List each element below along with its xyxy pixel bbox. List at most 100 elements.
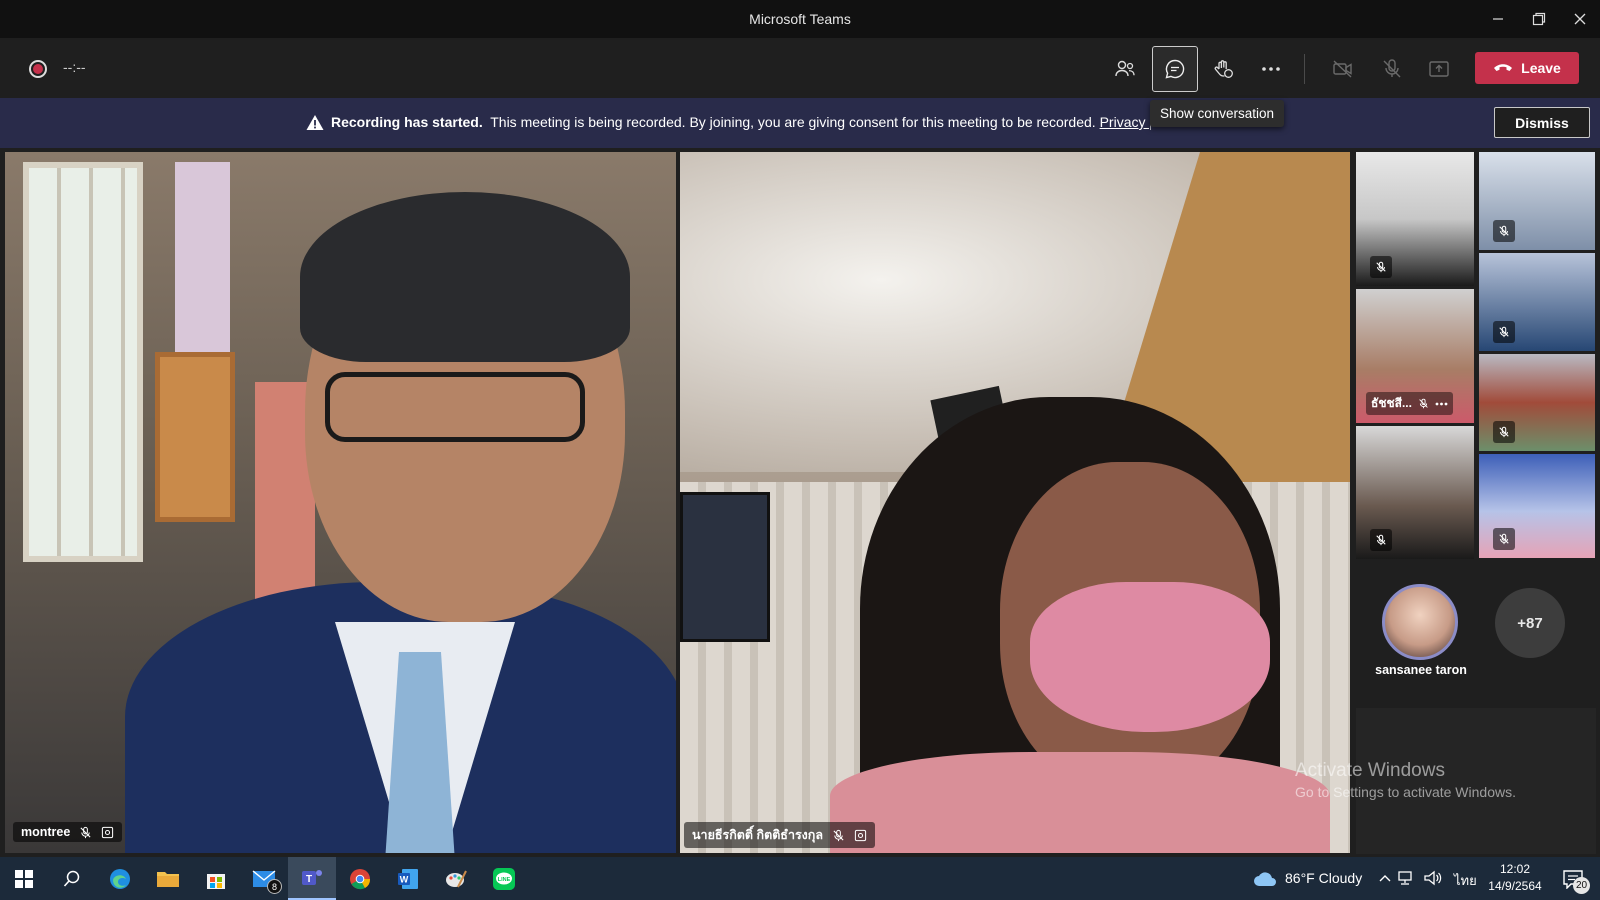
banner-body: This meeting is being recorded. By joini…: [490, 114, 1096, 130]
word-icon: W: [398, 868, 418, 889]
cloud-icon: [1254, 872, 1276, 886]
participants-button[interactable]: [1102, 46, 1148, 92]
banner-title: Recording has started.: [331, 114, 483, 130]
start-button[interactable]: [0, 857, 48, 900]
clock-date: 14/9/2564: [1488, 879, 1542, 893]
network-icon[interactable]: [1398, 871, 1416, 886]
dismiss-button[interactable]: Dismiss: [1494, 107, 1590, 138]
mic-muted-icon: [1370, 256, 1392, 278]
meeting-toolbar: --:-- Leave: [0, 38, 1600, 98]
store-app[interactable]: [192, 857, 240, 900]
close-icon[interactable]: [1560, 0, 1600, 38]
edge-app[interactable]: [96, 857, 144, 900]
meeting-stage: montree นายธีรกิตติ์ กิตติธำรงกุล ธัชชสี…: [0, 148, 1600, 857]
participant-avatar[interactable]: [1382, 584, 1458, 660]
participant-glasses: [325, 372, 585, 442]
thumbnail-name: ธัชชสี...: [1371, 396, 1412, 410]
reactions-button[interactable]: [1200, 46, 1246, 92]
participant-thumbnail[interactable]: [1479, 152, 1595, 250]
watermark-title: Activate Windows: [1295, 760, 1445, 781]
more-participants-button[interactable]: +87: [1495, 588, 1565, 658]
hang-up-icon: [1494, 64, 1513, 71]
windows-taskbar: 8 T W LINE 86°F Cloudy ไทย 12:02 14/9/25…: [0, 857, 1600, 900]
participant-name-tag: นายธีรกิตติ์ กิตติธำรงกุล: [684, 822, 876, 848]
participant-thumbnail[interactable]: [1479, 253, 1595, 351]
participant-thumbnail[interactable]: [1479, 454, 1595, 558]
system-clock[interactable]: 12:02 14/9/2564: [1485, 861, 1545, 895]
toolbar-divider: [1304, 54, 1305, 84]
share-tray-icon: [1429, 61, 1449, 77]
word-app[interactable]: W: [384, 857, 432, 900]
windows-logo-icon: [15, 869, 33, 888]
chevron-up-icon[interactable]: [1379, 873, 1391, 883]
mail-app[interactable]: 8: [240, 857, 288, 900]
mic-muted-icon: [1493, 528, 1515, 550]
window-title: Microsoft Teams: [749, 11, 851, 27]
participant-name: นายธีรกิตติ์ กิตติธำรงกุล: [692, 828, 824, 842]
notification-count: 20: [1573, 877, 1590, 894]
mic-muted-icon: [1493, 321, 1515, 343]
leave-label: Leave: [1521, 60, 1561, 76]
pin-icon: [853, 828, 867, 842]
mic-muted-icon: [1370, 529, 1392, 551]
thumbnail-name-tag: ธัชชสี...: [1366, 392, 1453, 415]
line-app[interactable]: LINE: [480, 857, 528, 900]
search-button[interactable]: [48, 857, 96, 900]
teams-app[interactable]: T: [288, 857, 336, 900]
participant-thumbnail[interactable]: [1479, 354, 1595, 451]
participant-shirt: [830, 752, 1330, 853]
leave-button[interactable]: Leave: [1475, 52, 1579, 84]
participant-face-mask: [1030, 582, 1270, 732]
minimize-icon[interactable]: [1478, 0, 1518, 38]
store-icon: [207, 873, 225, 889]
pin-icon: [100, 825, 114, 839]
paint-icon: [446, 870, 467, 887]
watermark-subtitle: Go to Settings to activate Windows.: [1295, 784, 1516, 800]
mic-muted-icon: [831, 828, 845, 842]
mic-off-icon: [1383, 59, 1401, 78]
show-conversation-tooltip: Show conversation: [1150, 100, 1285, 127]
show-conversation-button[interactable]: [1152, 46, 1198, 92]
volume-icon[interactable]: [1424, 870, 1442, 886]
participant-thumbnail[interactable]: ธัชชสี...: [1356, 289, 1474, 423]
mic-muted-icon: [1493, 421, 1515, 443]
background-poster: [175, 162, 230, 362]
recording-banner: Recording has started. This meeting is b…: [0, 98, 1600, 148]
participant-hair: [300, 192, 630, 362]
privacy-link[interactable]: Privacy p: [1100, 114, 1151, 130]
folder-icon: [157, 871, 179, 887]
participant-thumbnail[interactable]: [1356, 426, 1474, 559]
mail-badge: 8: [267, 879, 282, 894]
participant-video-montree[interactable]: montree: [5, 152, 676, 853]
clock-time: 12:02: [1499, 862, 1531, 876]
more-icon: [1435, 402, 1448, 405]
chrome-icon: [350, 868, 371, 889]
action-center-button[interactable]: 20: [1558, 865, 1590, 894]
more-actions-button[interactable]: [1248, 46, 1294, 92]
svg-text:LINE: LINE: [498, 876, 511, 882]
share-button[interactable]: [1416, 46, 1462, 92]
participant-name-tag: montree: [13, 822, 123, 842]
mic-muted-icon: [1419, 398, 1428, 409]
paint-app[interactable]: [432, 857, 480, 900]
camera-button[interactable]: [1320, 46, 1366, 92]
camera-off-icon: [1333, 60, 1352, 78]
svg-text:W: W: [400, 874, 409, 884]
participant-thumbnail[interactable]: [1356, 152, 1474, 286]
warning-icon: [306, 115, 324, 130]
mic-button[interactable]: [1369, 46, 1415, 92]
chrome-app[interactable]: [336, 857, 384, 900]
line-icon: LINE: [493, 867, 515, 890]
input-language[interactable]: ไทย: [1454, 870, 1477, 891]
participant-name: montree: [21, 825, 71, 839]
recording-indicator-icon: [29, 60, 47, 78]
people-icon: [1115, 60, 1135, 77]
raise-hand-icon: [1214, 60, 1233, 78]
weather-text[interactable]: 86°F Cloudy: [1285, 870, 1362, 886]
participant-video-teerakit[interactable]: นายธีรกิตติ์ กิตติธำรงกุล: [680, 152, 1350, 853]
edge-icon: [110, 868, 130, 889]
meeting-timer: --:--: [63, 59, 86, 75]
background-window: [23, 162, 143, 562]
file-explorer-app[interactable]: [144, 857, 192, 900]
restore-icon[interactable]: [1519, 0, 1559, 38]
